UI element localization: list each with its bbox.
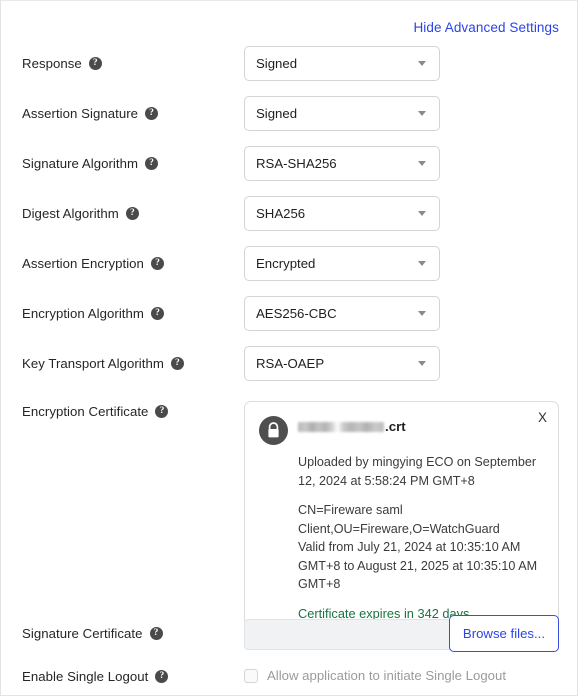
- browse-files-button[interactable]: Browse files...: [448, 615, 559, 652]
- select-cell-signature-algorithm: RSA-SHA256: [244, 146, 440, 181]
- chevron-down-icon: [418, 111, 426, 116]
- select-signature-algorithm[interactable]: RSA-SHA256: [244, 146, 440, 181]
- label-cell-digest-algorithm: Digest Algorithm ?: [22, 196, 139, 231]
- select-value: RSA-OAEP: [256, 356, 325, 371]
- form-row-signature-algorithm: Signature Algorithm ? RSA-SHA256: [1, 146, 578, 196]
- label-cell-signature-algorithm: Signature Algorithm ?: [22, 146, 159, 181]
- certificate-subject-text: CN=Fireware saml Client,OU=Fireware,O=Wa…: [298, 503, 500, 536]
- advanced-settings-toggle-row: Hide Advanced Settings: [413, 17, 559, 37]
- help-icon[interactable]: ?: [145, 107, 159, 120]
- single-logout-checkbox-cell: Allow application to initiate Single Log…: [244, 668, 506, 683]
- help-icon[interactable]: ?: [150, 307, 164, 320]
- advanced-settings-panel: Hide Advanced Settings Response ? Signed…: [0, 0, 578, 696]
- single-logout-checkbox[interactable]: [244, 668, 258, 683]
- select-digest-algorithm[interactable]: SHA256: [244, 196, 440, 231]
- form-row-key-transport-algorithm: Key Transport Algorithm ? RSA-OAEP: [1, 346, 578, 396]
- select-encryption-algorithm[interactable]: AES256-CBC: [244, 296, 440, 331]
- chevron-down-icon: [418, 261, 426, 266]
- form-row-enable-single-logout: Enable Single Logout ? Allow application…: [1, 664, 578, 694]
- select-key-transport-algorithm[interactable]: RSA-OAEP: [244, 346, 440, 381]
- help-icon[interactable]: ?: [155, 405, 169, 418]
- help-icon[interactable]: ?: [155, 669, 169, 683]
- certificate-header: .crt: [259, 415, 544, 445]
- label-cell-assertion-encryption: Assertion Encryption ?: [22, 246, 164, 281]
- label-cell-signature-certificate: Signature Certificate ?: [22, 616, 163, 651]
- help-icon[interactable]: ?: [150, 257, 164, 270]
- help-icon[interactable]: ?: [149, 627, 163, 640]
- redacted-filename: [298, 421, 384, 432]
- label-cell-encryption-algorithm: Encryption Algorithm ?: [22, 296, 164, 331]
- select-assertion-encryption[interactable]: Encrypted: [244, 246, 440, 281]
- help-icon[interactable]: ?: [145, 157, 159, 170]
- select-value: AES256-CBC: [256, 306, 337, 321]
- select-assertion-signature[interactable]: Signed: [244, 96, 440, 131]
- form-row-digest-algorithm: Digest Algorithm ? SHA256: [1, 196, 578, 246]
- help-icon[interactable]: ?: [170, 357, 184, 370]
- select-value: Signed: [256, 56, 298, 71]
- field-label: Assertion Signature: [22, 106, 139, 121]
- select-response[interactable]: Signed: [244, 46, 440, 81]
- field-label: Encryption Algorithm: [22, 306, 144, 321]
- field-label: Key Transport Algorithm: [22, 356, 164, 371]
- select-value: Signed: [256, 106, 298, 121]
- label-cell-assertion-signature: Assertion Signature ?: [22, 96, 159, 131]
- select-cell-key-transport-algorithm: RSA-OAEP: [244, 346, 440, 381]
- help-icon[interactable]: ?: [88, 57, 102, 70]
- label-cell-key-transport-algorithm: Key Transport Algorithm ?: [22, 346, 184, 381]
- lock-icon: [259, 416, 288, 445]
- form-row-encryption-algorithm: Encryption Algorithm ? AES256-CBC: [1, 296, 578, 346]
- chevron-down-icon: [418, 211, 426, 216]
- single-logout-checkbox-label: Allow application to initiate Single Log…: [267, 668, 506, 683]
- field-label: Signature Algorithm: [22, 156, 139, 171]
- encryption-certificate-card: X .crt Uploaded by mingying ECO on Septe…: [244, 401, 559, 637]
- label-cell-response: Response ?: [22, 46, 102, 81]
- certificate-uploaded-text: Uploaded by mingying ECO on September 12…: [298, 455, 537, 488]
- select-value: SHA256: [256, 206, 306, 221]
- chevron-down-icon: [418, 311, 426, 316]
- label-cell-encryption-certificate: Encryption Certificate ?: [22, 404, 169, 419]
- form-row-assertion-signature: Assertion Signature ? Signed: [1, 96, 578, 146]
- close-icon[interactable]: X: [538, 411, 547, 425]
- select-value: RSA-SHA256: [256, 156, 337, 171]
- hide-advanced-settings-link[interactable]: Hide Advanced Settings: [413, 20, 559, 35]
- select-cell-digest-algorithm: SHA256: [244, 196, 440, 231]
- select-cell-assertion-signature: Signed: [244, 96, 440, 131]
- chevron-down-icon: [418, 61, 426, 66]
- field-label: Enable Single Logout: [22, 668, 149, 684]
- label-cell-enable-single-logout: Enable Single Logout ?: [22, 664, 169, 688]
- field-label: Signature Certificate: [22, 626, 143, 641]
- select-cell-response: Signed: [244, 46, 440, 81]
- chevron-down-icon: [418, 361, 426, 366]
- field-label: Response: [22, 56, 82, 71]
- certificate-filename-suffix: .crt: [385, 419, 406, 434]
- certificate-body: Uploaded by mingying ECO on September 12…: [298, 453, 544, 622]
- field-label: Digest Algorithm: [22, 206, 119, 221]
- certificate-validity-text: Valid from July 21, 2024 at 10:35:10 AM …: [298, 540, 538, 591]
- signature-certificate-upload: Browse files...: [244, 615, 559, 652]
- field-label: Assertion Encryption: [22, 256, 144, 271]
- help-icon[interactable]: ?: [125, 207, 139, 220]
- form-row-response: Response ? Signed: [1, 46, 578, 96]
- form-row-assertion-encryption: Assertion Encryption ? Encrypted: [1, 246, 578, 296]
- select-cell-encryption-algorithm: AES256-CBC: [244, 296, 440, 331]
- field-label: Encryption Certificate: [22, 404, 149, 419]
- select-cell-assertion-encryption: Encrypted: [244, 246, 440, 281]
- saml-settings-form: Response ? Signed Assertion Signature ? …: [1, 46, 578, 396]
- chevron-down-icon: [418, 161, 426, 166]
- form-row-signature-certificate: Signature Certificate ? Browse files...: [1, 614, 578, 654]
- select-value: Encrypted: [256, 256, 316, 271]
- certificate-filename: .crt: [298, 419, 406, 434]
